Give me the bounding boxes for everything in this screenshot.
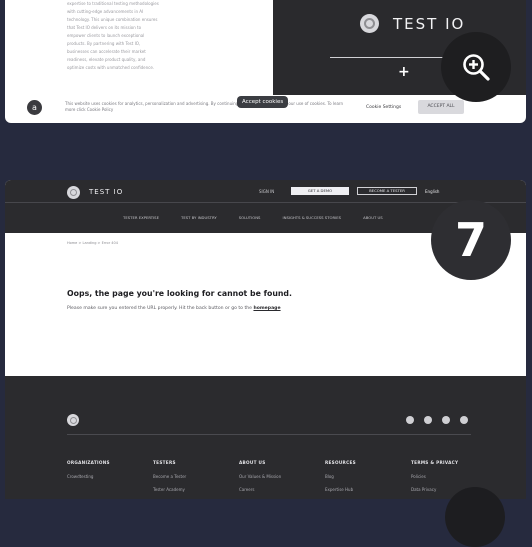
body-line: that Test IO delivers on its mission to <box>67 25 142 30</box>
footer-link[interactable]: Expertise Hub <box>325 487 411 492</box>
cookie-banner: a This website uses cookies for analytic… <box>5 95 526 123</box>
footer-column: RESOURCES Blog Expertise Hub <box>325 460 411 499</box>
footer-link[interactable]: Careers <box>239 487 325 492</box>
nav-item[interactable]: ABOUT US <box>363 215 383 220</box>
nav-item[interactable]: TESTER EXPERTISE <box>123 215 159 220</box>
body-line: readiness, elevate product quality, and <box>67 57 146 62</box>
plus-icon[interactable]: + <box>398 64 410 80</box>
cookie-logo-icon: a <box>27 100 42 115</box>
language-selector[interactable]: English <box>425 189 439 194</box>
get-demo-button[interactable]: GET A DEMO <box>291 187 349 195</box>
homepage-link[interactable]: homepage <box>253 306 280 311</box>
body-line: technology. This unique combination ensu… <box>67 17 158 22</box>
nav-item[interactable]: INSIGHTS & SUCCESS STORIES <box>282 215 341 220</box>
header-brand[interactable]: TEST IO <box>89 188 123 196</box>
footer-link[interactable]: Policies <box>411 474 497 479</box>
body-line: businesses can accelerate their market <box>67 49 146 54</box>
sign-in-link[interactable]: SIGN IN <box>259 189 274 194</box>
error-message: Please make sure you entered the URL pro… <box>67 306 281 311</box>
social-icon[interactable] <box>460 416 468 424</box>
social-icon[interactable] <box>424 416 432 424</box>
body-line: optimize costs with unmatched confidence… <box>67 65 155 70</box>
accept-all-button[interactable]: ACCEPT ALL <box>418 100 464 114</box>
footer-heading: ORGANIZATIONS <box>67 460 110 465</box>
footer-heading: ABOUT US <box>239 460 266 465</box>
footer-link[interactable]: Become a Tester <box>153 474 239 479</box>
social-links <box>406 416 478 424</box>
become-tester-button[interactable]: BECOME A TESTER <box>357 187 417 195</box>
cookie-settings-link[interactable]: Cookie Settings <box>366 105 401 110</box>
footer-column: ABOUT US Our Values & Mission Careers <box>239 460 325 499</box>
cookie-text: This website uses cookies for analytics,… <box>65 101 344 112</box>
footer-heading: RESOURCES <box>325 460 356 465</box>
accept-cookies-tooltip: Accept cookies <box>237 96 289 108</box>
social-icon[interactable] <box>406 416 414 424</box>
screenshot-card-404: TEST IO SIGN IN GET A DEMO BECOME A TEST… <box>5 180 526 499</box>
brand-name: TEST IO <box>393 14 466 33</box>
header-divider <box>5 202 526 203</box>
footer-column: ORGANIZATIONS Crowdtesting <box>67 460 153 499</box>
footer-heading: TERMS & PRIVACY <box>411 460 459 465</box>
footer-link[interactable]: Crowdtesting <box>67 474 153 479</box>
body-line: empower clients to launch exceptional <box>67 33 145 38</box>
social-icon[interactable] <box>442 416 450 424</box>
brand-lockup: TEST IO <box>360 14 465 33</box>
main-nav: TESTER EXPERTISE TEST BY INDUSTRY SOLUTI… <box>123 215 405 220</box>
nav-item[interactable]: TEST BY INDUSTRY <box>181 215 217 220</box>
step-number-badge: 7 <box>431 200 511 280</box>
site-footer: ORGANIZATIONS Crowdtesting TESTERS Becom… <box>5 376 526 499</box>
body-line: with cutting-edge advancements in AI <box>67 9 144 14</box>
footer-logo-icon[interactable] <box>67 414 79 426</box>
logo-icon <box>360 14 379 33</box>
body-line: products. By partnering with Test IO, <box>67 41 141 46</box>
footer-divider <box>67 434 471 435</box>
footer-link[interactable]: Blog <box>325 474 411 479</box>
body-line: expertise to traditional testing methodo… <box>67 1 159 6</box>
footer-columns: ORGANIZATIONS Crowdtesting TESTERS Becom… <box>67 460 497 499</box>
error-message-text: Please make sure you entered the URL pro… <box>67 306 254 311</box>
zoom-in-icon[interactable] <box>441 32 511 102</box>
logo-icon[interactable] <box>67 186 80 199</box>
body-text: expertise to traditional testing methodo… <box>67 0 227 72</box>
footer-link[interactable]: Our Values & Mission <box>239 474 325 479</box>
next-step-badge <box>445 487 505 547</box>
breadcrumb[interactable]: Home > Landing > Error 404 <box>67 241 118 245</box>
content-pane: expertise to traditional testing methodo… <box>5 0 273 95</box>
nav-item[interactable]: SOLUTIONS <box>239 215 261 220</box>
footer-column: TESTERS Become a Tester Tester Academy <box>153 460 239 499</box>
footer-heading: TESTERS <box>153 460 176 465</box>
footer-link[interactable]: Tester Academy <box>153 487 239 492</box>
error-title: Oops, the page you're looking for cannot… <box>67 289 292 298</box>
